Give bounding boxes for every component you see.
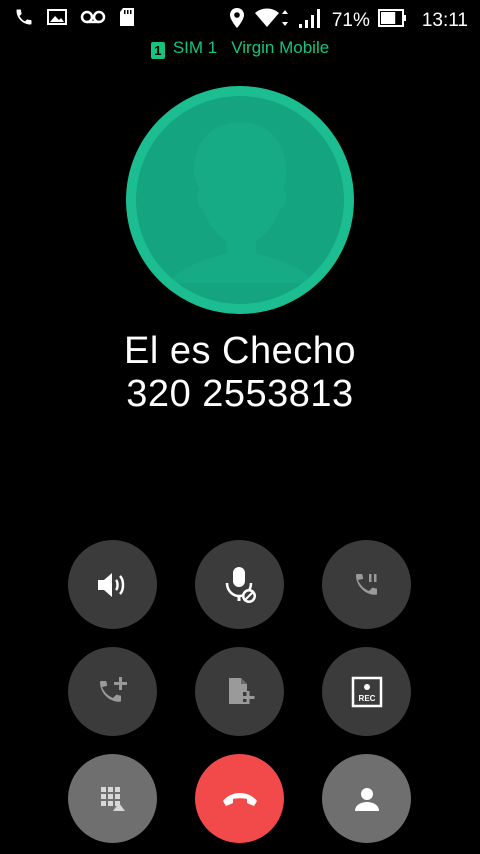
status-bar: 71% 13:11 — [0, 0, 480, 38]
mic-off-icon — [225, 566, 256, 603]
location-icon — [228, 7, 246, 34]
signal-icon — [298, 7, 324, 34]
caller-name: El es Checho — [123, 330, 356, 372]
end-call-icon — [222, 792, 257, 806]
record-button[interactable]: REC — [322, 647, 411, 736]
add-call-button[interactable] — [68, 647, 157, 736]
hold-button[interactable] — [322, 540, 411, 629]
sim-badge: 1 — [150, 42, 165, 59]
phone-icon — [14, 7, 34, 32]
carrier-name: Virgin Mobile — [231, 38, 330, 57]
add-note-button[interactable] — [195, 647, 284, 736]
dialpad-icon — [100, 786, 125, 811]
speaker-icon — [97, 572, 124, 597]
person-silhouette-icon — [169, 122, 314, 283]
add-call-icon — [99, 676, 127, 702]
wifi-icon — [254, 7, 290, 34]
speaker-button[interactable] — [68, 540, 157, 629]
caller-number: 320 2553813 — [126, 373, 354, 415]
end-call-button[interactable] — [195, 754, 284, 843]
record-icon: REC — [351, 676, 382, 707]
sd-card-icon — [118, 7, 136, 32]
keypad-button[interactable] — [68, 754, 157, 843]
voicemail-icon — [80, 7, 106, 32]
contact-icon — [354, 787, 379, 811]
contact-button[interactable] — [322, 754, 411, 843]
image-icon — [46, 7, 68, 32]
battery-icon — [377, 7, 408, 34]
clock: 13:11 — [421, 9, 468, 31]
battery-percent: 71% — [331, 9, 370, 31]
record-label: REC — [358, 694, 375, 703]
add-note-icon — [228, 677, 254, 704]
mute-button[interactable] — [195, 540, 284, 629]
sim-label: SIM 1 — [172, 38, 218, 57]
sim-carrier-line: 1 SIM 1 Virgin Mobile — [0, 38, 480, 59]
contact-avatar — [126, 86, 354, 314]
hold-call-icon — [355, 573, 377, 595]
